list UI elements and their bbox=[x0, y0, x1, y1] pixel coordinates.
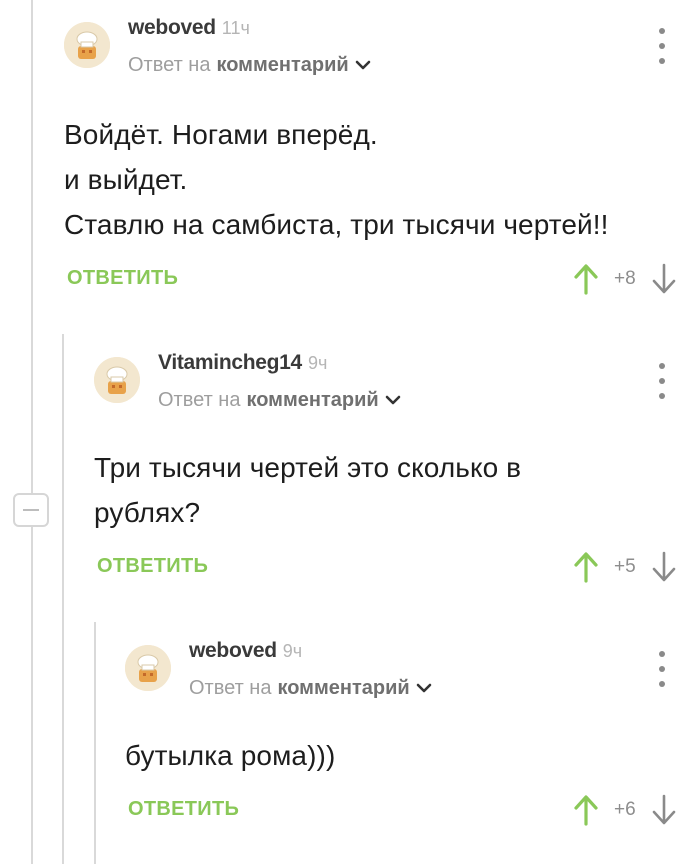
thread-line-level-2 bbox=[62, 334, 64, 864]
comment: Vitamincheg14 9ч Ответ на комментарий Три… bbox=[94, 345, 700, 591]
arrow-down-icon[interactable] bbox=[652, 551, 676, 583]
comment: weboved 9ч Ответ на комментарий бутылка р… bbox=[125, 633, 700, 834]
comment-actions: ОТВЕТИТЬ +5 bbox=[94, 551, 700, 591]
vote-controls: +8 bbox=[574, 263, 676, 295]
comment-time: 11ч bbox=[221, 18, 250, 38]
comment-header: Vitamincheg14 9ч Ответ на комментарий bbox=[94, 345, 700, 425]
vote-controls: +6 bbox=[574, 794, 676, 826]
chevron-down-icon[interactable] bbox=[416, 677, 432, 700]
more-vertical-icon[interactable] bbox=[656, 28, 668, 64]
arrow-down-icon[interactable] bbox=[652, 794, 676, 826]
comment-time: 9ч bbox=[307, 353, 328, 373]
reply-to-link[interactable]: Ответ на комментарий bbox=[158, 389, 401, 412]
comment-author[interactable]: weboved 9ч bbox=[189, 639, 302, 663]
minus-icon bbox=[23, 508, 39, 512]
reply-to-prefix: Ответ на bbox=[128, 54, 211, 76]
more-vertical-icon[interactable] bbox=[656, 363, 668, 399]
comment-header: weboved 11ч Ответ на комментарий bbox=[64, 10, 700, 90]
comment-actions: ОТВЕТИТЬ +8 bbox=[64, 263, 700, 303]
chef-hat-avatar-icon[interactable] bbox=[64, 22, 110, 68]
comment-author[interactable]: Vitamincheg14 9ч bbox=[158, 351, 327, 375]
reply-to-target[interactable]: комментарий bbox=[246, 389, 378, 412]
reply-button[interactable]: ОТВЕТИТЬ bbox=[97, 555, 208, 578]
vote-score: +8 bbox=[614, 268, 636, 289]
comment-text-line: Три тысячи чертей это сколько в рублях? bbox=[94, 452, 522, 528]
arrow-up-icon[interactable] bbox=[574, 794, 598, 826]
comment-time: 9ч bbox=[282, 641, 303, 661]
more-vertical-icon[interactable] bbox=[656, 651, 668, 687]
author-name[interactable]: weboved bbox=[189, 639, 277, 662]
chef-hat-avatar-icon[interactable] bbox=[125, 645, 171, 691]
reply-to-target[interactable]: комментарий bbox=[216, 54, 348, 77]
reply-to-link[interactable]: Ответ на комментарий bbox=[128, 54, 371, 77]
chef-hat-avatar-icon[interactable] bbox=[94, 357, 140, 403]
arrow-down-icon[interactable] bbox=[652, 263, 676, 295]
reply-button[interactable]: ОТВЕТИТЬ bbox=[128, 798, 239, 821]
arrow-up-icon[interactable] bbox=[574, 551, 598, 583]
vote-score: +5 bbox=[614, 556, 636, 577]
reply-to-prefix: Ответ на bbox=[189, 677, 272, 699]
comment-text: бутылка рома))) bbox=[125, 733, 700, 778]
reply-to-target[interactable]: комментарий bbox=[277, 677, 409, 700]
arrow-up-icon[interactable] bbox=[574, 263, 598, 295]
comment-text: Три тысячи чертей это сколько в рублях? bbox=[94, 445, 700, 535]
vote-controls: +5 bbox=[574, 551, 676, 583]
comment: weboved 11ч Ответ на комментарий Войдёт. … bbox=[64, 10, 700, 303]
comment-text-line: Войдёт. Ногами вперёд. bbox=[64, 119, 378, 150]
collapse-thread-button[interactable] bbox=[13, 493, 49, 527]
thread-line-level-1 bbox=[31, 0, 33, 864]
comment-text-line: и выйдет. bbox=[64, 164, 188, 195]
comment-actions: ОТВЕТИТЬ +6 bbox=[125, 794, 700, 834]
author-name[interactable]: weboved bbox=[128, 16, 216, 39]
reply-to-link[interactable]: Ответ на комментарий bbox=[189, 677, 432, 700]
comment-text-line: бутылка рома))) bbox=[125, 740, 336, 771]
vote-score: +6 bbox=[614, 799, 636, 820]
thread-line-level-3 bbox=[94, 622, 96, 864]
comment-header: weboved 9ч Ответ на комментарий bbox=[125, 633, 700, 713]
reply-to-prefix: Ответ на bbox=[158, 389, 241, 411]
comment-text-line: Ставлю на самбиста, три тысячи чертей!! bbox=[64, 209, 609, 240]
author-name[interactable]: Vitamincheg14 bbox=[158, 351, 302, 374]
reply-button[interactable]: ОТВЕТИТЬ bbox=[67, 267, 178, 290]
comment-text: Войдёт. Ногами вперёд. и выйдет. Ставлю … bbox=[64, 112, 700, 247]
comment-author[interactable]: weboved 11ч bbox=[128, 16, 250, 40]
chevron-down-icon[interactable] bbox=[385, 389, 401, 412]
chevron-down-icon[interactable] bbox=[355, 54, 371, 77]
